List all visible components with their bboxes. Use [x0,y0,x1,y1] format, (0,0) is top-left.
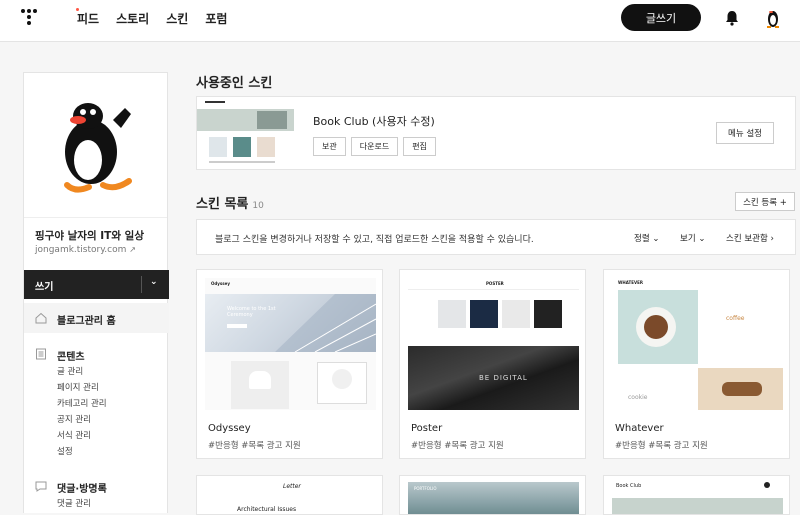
menu-settings-button[interactable]: 메뉴 설정 [716,122,774,144]
sidebar-write-button[interactable]: 쓰기 ⌄ [24,270,169,299]
sidebar-item-comments[interactable]: 댓글 관리 [57,497,91,509]
download-button[interactable]: 다운로드 [350,137,399,156]
skin-tags: #반응형 #목록 광고 지원 [208,441,301,451]
skin-card-whatever[interactable]: WHATEVER coffee cookie Whatever #반응형 #목록… [603,269,790,459]
blog-url[interactable]: jongamk.tistory.com ↗ [35,245,136,255]
sidebar-item-templates[interactable]: 서식 관리 [57,429,91,441]
thumb-banner: BE DIGITAL [479,374,528,382]
chevron-down-icon: ⌄ [698,234,706,244]
sidebar-section-label: 콘텐츠 [57,352,85,363]
nav-story[interactable]: 스토리 [76,8,150,27]
active-skin-thumbnail[interactable] [197,97,294,169]
home-icon [35,312,47,324]
top-bar: 피드 스토리 스킨 포럼 글쓰기 [0,0,800,42]
profile-image [24,73,167,218]
skin-card-bookclub[interactable]: Book Club [603,475,790,515]
register-skin-button[interactable]: 스킨 등록 + [735,192,795,211]
skin-list-heading: 스킨 목록 10 [196,193,264,212]
skin-archive-label: 스킨 보관함 [726,234,768,244]
pingu-avatar-icon [63,103,132,193]
chevron-down-icon: ⌄ [652,234,660,244]
view-label: 보기 [680,234,696,244]
thumb-logo: Letter [283,483,301,490]
active-skin-name: Book Club (사용자 수정) [313,115,435,128]
skin-thumbnail: WHATEVER coffee cookie [612,278,783,410]
thumb-logo: Odyssey [211,281,230,286]
external-link-icon: ↗ [129,245,136,254]
thumb-label: PORTFOLIO [414,486,437,491]
sidebar-item-pages[interactable]: 페이지 관리 [57,381,99,393]
skin-archive-link[interactable]: 스킨 보관함 › [726,232,774,244]
skin-tags: #반응형 #목록 광고 지원 [615,441,708,451]
sort-dropdown[interactable]: 정렬 ⌄ [634,232,659,244]
sidebar-item-posts[interactable]: 글 관리 [57,365,83,377]
sidebar-item-categories[interactable]: 카테고리 관리 [57,397,107,409]
skin-name: Odyssey [208,423,251,434]
skin-thumbnail: POSTER BE DIGITAL [408,278,579,410]
blog-url-text: jongamk.tistory.com [35,245,127,255]
archive-button[interactable]: 보관 [313,137,346,156]
sidebar-item-home[interactable]: 블로그관리 홈 [24,303,169,333]
sidebar-section-comments[interactable]: 댓글·방명록 [35,480,107,495]
skin-name: Poster [411,423,443,434]
chevron-right-icon: › [770,234,774,244]
skin-card-odyssey[interactable]: Odyssey Welcome to the 1st Ceremony Odys… [196,269,383,459]
thumb-cookie: cookie [628,394,648,401]
skin-card-poster[interactable]: POSTER BE DIGITAL Poster #반응형 #목록 광고 지원 [399,269,586,459]
sort-label: 정렬 [634,234,650,244]
thumb-logo: POSTER [486,281,504,286]
bell-icon[interactable] [725,10,739,26]
skin-count: 10 [252,201,264,211]
skin-name: Whatever [615,423,664,434]
thumb-hero-title: Welcome to the 1st Ceremony [227,306,276,318]
sidebar-item-settings[interactable]: 설정 [57,445,73,457]
skin-tags: #반응형 #목록 광고 지원 [411,441,504,451]
sidebar-section-label: 댓글·방명록 [57,484,107,495]
main-nav: 피드 스토리 스킨 포럼 [76,8,227,27]
divider [141,276,142,293]
sidebar-section-content[interactable]: 콘텐츠 [36,348,85,363]
thumb-logo: WHATEVER [618,280,643,285]
sidebar-item-notices[interactable]: 공지 관리 [57,413,91,425]
document-icon [36,348,46,360]
user-avatar-icon[interactable] [764,7,782,29]
blog-title[interactable]: 핑구야 날자의 IT와 일상 [35,228,144,243]
sidebar-item-label: 블로그관리 홈 [57,316,116,327]
tistory-logo-icon[interactable] [21,9,37,25]
active-skin-actions: 보관 다운로드 편집 [313,137,436,156]
nav-skin[interactable]: 스킨 [166,10,188,27]
skin-info-text: 블로그 스킨을 변경하거나 저장할 수 있고, 직접 업로드한 스킨을 적용할 … [215,235,534,245]
view-dropdown[interactable]: 보기 ⌄ [680,232,705,244]
skin-info-bar: 블로그 스킨을 변경하거나 저장할 수 있고, 직접 업로드한 스킨을 적용할 … [196,219,796,255]
thumb-heading: Architectural Issues [237,506,297,513]
nav-story-label: 스토리 [116,12,150,26]
active-skin-card: Book Club (사용자 수정) 보관 다운로드 편집 메뉴 설정 [196,96,796,170]
chat-bubble-icon [35,481,47,492]
nav-feed[interactable]: 피드 [77,10,99,27]
active-skin-heading: 사용중인 스킨 [196,76,273,91]
skin-card-letter[interactable]: Letter Architectural Issues [196,475,383,515]
skin-thumbnail: Odyssey Welcome to the 1st Ceremony [205,278,376,410]
sidebar-write-label: 쓰기 [35,282,54,293]
architecture-graphic [275,294,376,352]
write-button[interactable]: 글쓰기 [621,4,701,31]
skin-card-portfolio[interactable]: PORTFOLIO [399,475,586,515]
sidebar: 핑구야 날자의 IT와 일상 jongamk.tistory.com ↗ 쓰기 … [23,72,169,513]
edit-button[interactable]: 편집 [403,137,436,156]
thumb-logo: Book Club [616,483,642,489]
thumb-coffee: coffee [726,315,745,322]
nav-forum[interactable]: 포럼 [205,10,227,27]
skin-list-title: 스킨 목록 [196,197,249,212]
chevron-down-icon[interactable]: ⌄ [150,277,158,287]
